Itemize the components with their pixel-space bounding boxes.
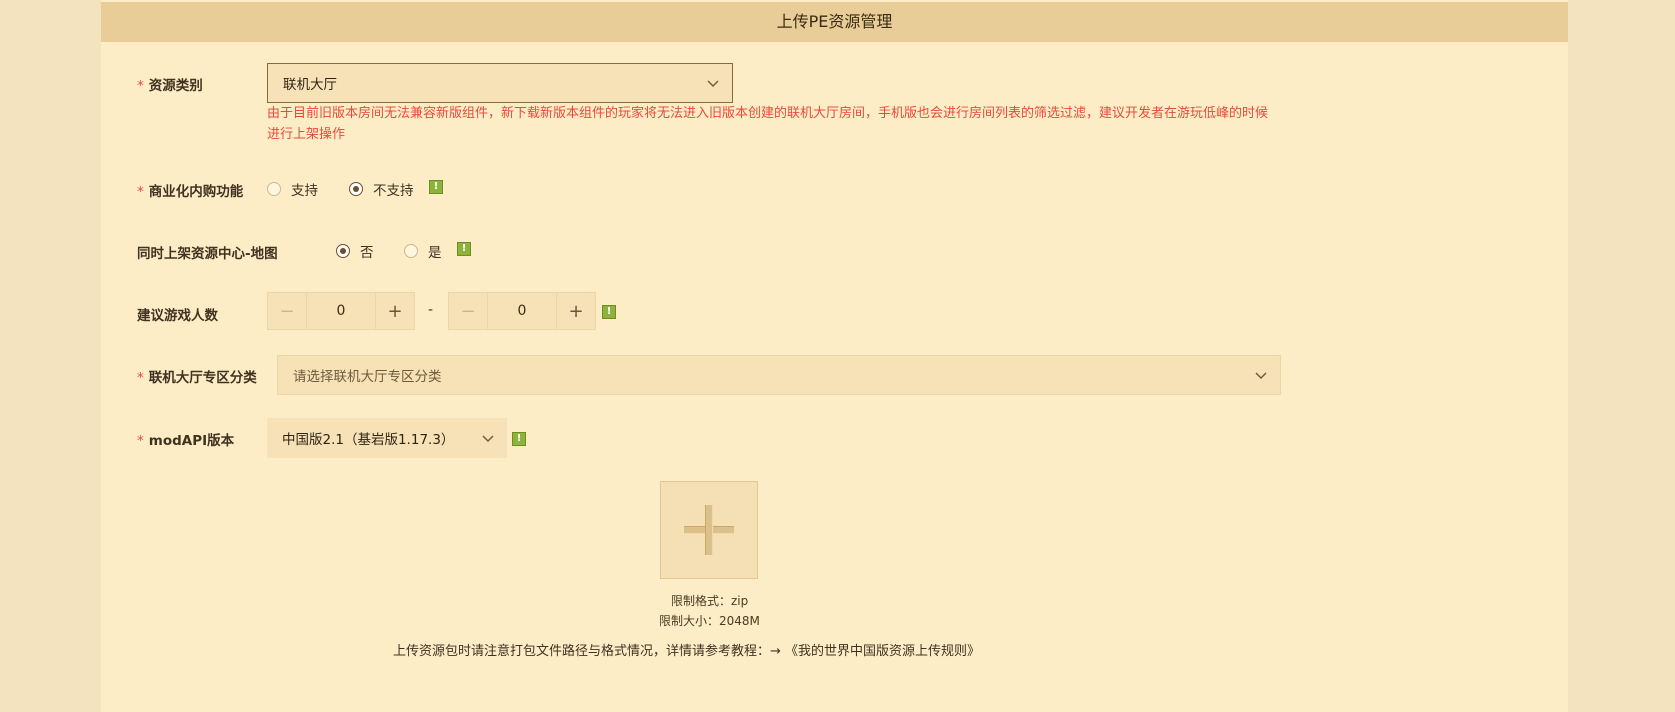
resource-type-label: * 资源类别 bbox=[137, 78, 203, 94]
mod-api-select[interactable]: 中国版2.1（基岩版1.17.3） bbox=[267, 418, 507, 458]
page-title: 上传PE资源管理 bbox=[101, 2, 1568, 42]
lobby-category-placeholder: 请选择联机大厅专区分类 bbox=[293, 369, 442, 385]
players-min-stepper[interactable]: − 0 + bbox=[267, 292, 415, 330]
info-icon[interactable]: ! bbox=[429, 180, 443, 194]
info-icon[interactable]: ! bbox=[457, 242, 471, 256]
decrement-button[interactable]: − bbox=[268, 293, 306, 329]
map-center-label: 同时上架资源中心-地图 bbox=[137, 246, 278, 262]
mod-api-value: 中国版2.1（基岩版1.17.3） bbox=[282, 432, 455, 448]
upload-tip: 上传资源包时请注意打包文件路径与格式情况，详情请参考教程：→ 《我的世界中国版资… bbox=[393, 640, 980, 659]
lobby-category-select[interactable]: 请选择联机大厅专区分类 bbox=[277, 355, 1281, 395]
players-max-stepper[interactable]: − 0 + bbox=[448, 292, 596, 330]
info-icon[interactable]: ! bbox=[602, 305, 616, 319]
mod-api-label: * modAPI版本 bbox=[137, 433, 235, 449]
decrement-button[interactable]: − bbox=[449, 293, 487, 329]
resource-type-warning: 由于目前旧版本房间无法兼容新版组件，新下载新版本组件的玩家将无法进入旧版本创建的… bbox=[267, 106, 1269, 142]
range-separator: - bbox=[428, 302, 434, 318]
players-min-value[interactable]: 0 bbox=[306, 293, 376, 329]
iap-option-no-support[interactable]: 不支持 bbox=[349, 179, 414, 199]
info-icon[interactable]: ! bbox=[512, 432, 526, 446]
resource-type-select[interactable]: 联机大厅 bbox=[267, 63, 733, 103]
map-center-option-yes[interactable]: 是 bbox=[404, 241, 442, 261]
upload-dropzone[interactable] bbox=[660, 481, 758, 579]
players-label: 建议游戏人数 bbox=[137, 308, 218, 324]
upload-panel: 上传PE资源管理 * 资源类别 联机大厅 由于目前旧版本房间无法兼容新版组件，新下… bbox=[101, 0, 1568, 712]
players-max-value[interactable]: 0 bbox=[487, 293, 557, 329]
chevron-down-icon bbox=[707, 80, 719, 87]
chevron-down-icon bbox=[482, 435, 494, 442]
upload-tip-text: 上传资源包时请注意打包文件路径与格式情况，详情请参考教程：→ bbox=[393, 644, 781, 659]
iap-label: * 商业化内购功能 bbox=[137, 184, 244, 200]
required-mark: * bbox=[137, 78, 144, 94]
chevron-down-icon bbox=[1255, 372, 1267, 379]
increment-button[interactable]: + bbox=[557, 293, 595, 329]
lobby-category-label: * 联机大厅专区分类 bbox=[137, 370, 257, 386]
resource-type-value: 联机大厅 bbox=[283, 77, 337, 93]
radio-checked-icon bbox=[336, 244, 350, 258]
radio-unchecked-icon bbox=[404, 244, 418, 258]
radio-unchecked-icon bbox=[267, 182, 281, 196]
radio-checked-icon bbox=[349, 182, 363, 196]
map-center-option-no[interactable]: 否 bbox=[336, 241, 374, 261]
increment-button[interactable]: + bbox=[376, 293, 414, 329]
upload-rules-link[interactable]: 《我的世界中国版资源上传规则》 bbox=[785, 644, 980, 659]
iap-option-support[interactable]: 支持 bbox=[267, 179, 318, 199]
upload-size-limit: 限制大小：2048M bbox=[659, 614, 760, 628]
upload-format-limit: 限制格式：zip bbox=[671, 594, 749, 608]
